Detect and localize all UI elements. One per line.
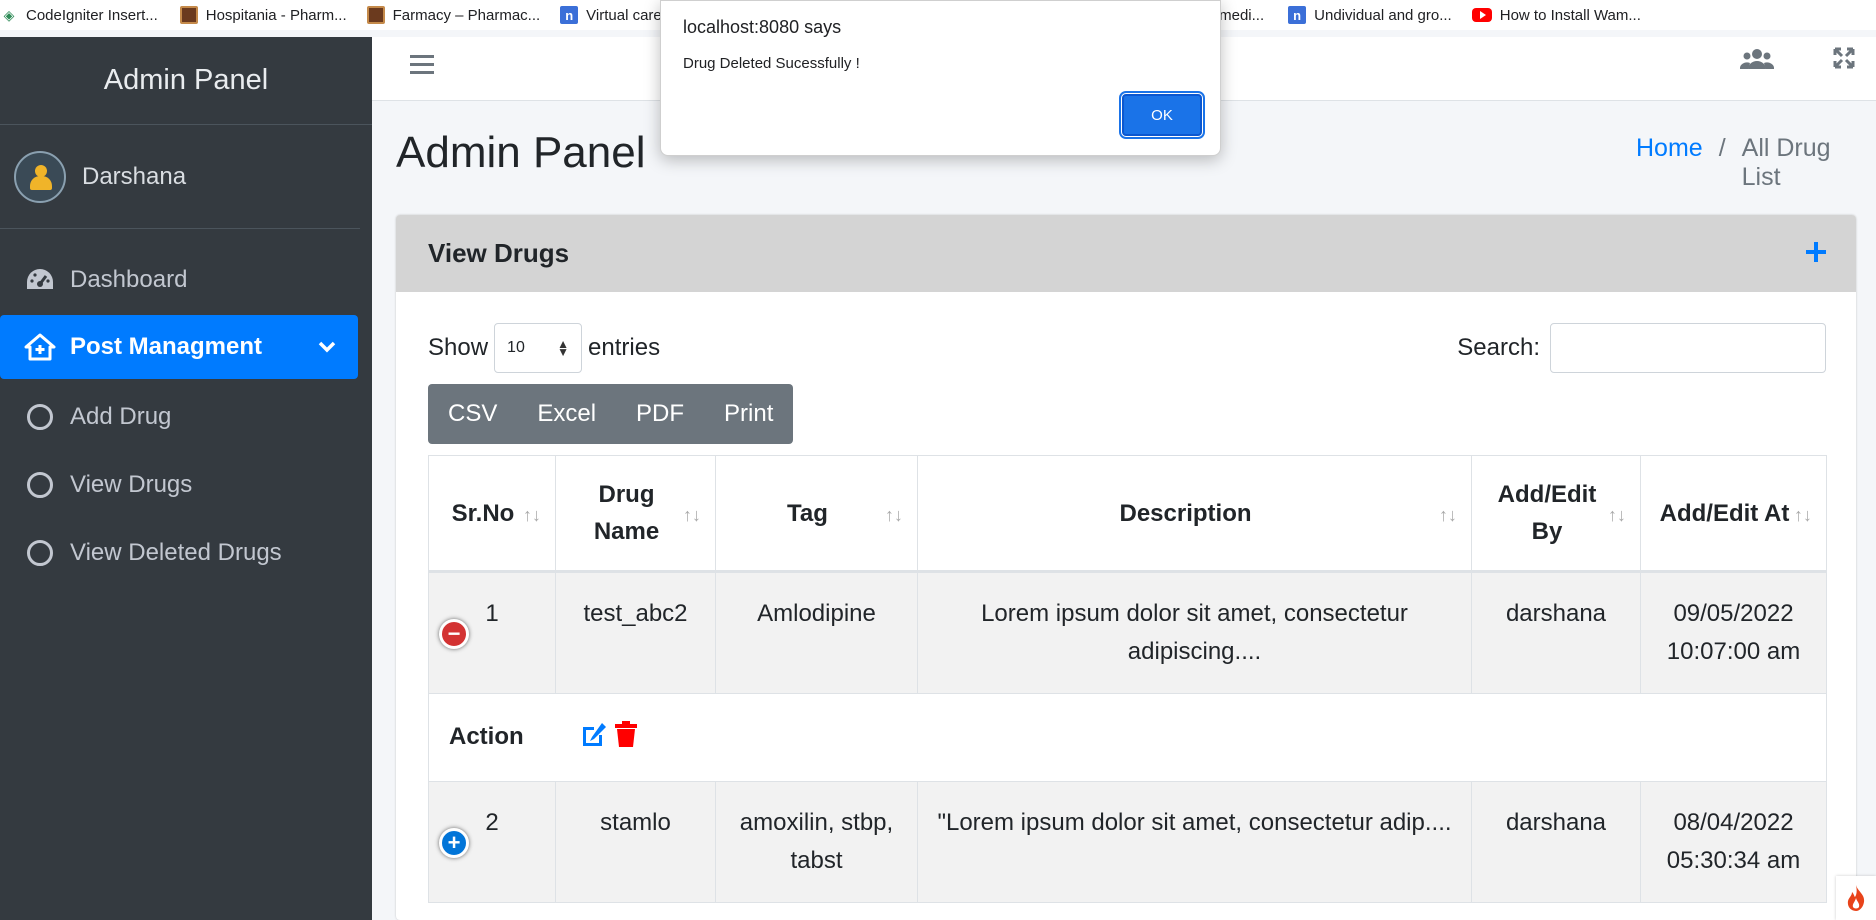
sort-icon: ↑↓ — [885, 505, 903, 525]
column-header-add-edit-by[interactable]: Add/Edit By ↑↓ — [1471, 455, 1641, 573]
n-icon: n — [560, 6, 579, 24]
sidebar-item-view-drugs[interactable]: View Drugs — [0, 451, 358, 519]
entries-length-control: Show 10 ▲ ▼ entries — [428, 323, 660, 373]
bookmark-item[interactable]: n Virtual care — [560, 6, 662, 24]
bookmark-item[interactable]: ◈ CodeIgniter Insert... — [0, 6, 158, 24]
search-input[interactable] — [1550, 323, 1826, 373]
column-header-sr-no[interactable]: Sr.No ↑↓ — [428, 455, 556, 573]
user-panel[interactable]: Darshana — [0, 125, 360, 229]
fullscreen-icon[interactable] — [1832, 45, 1856, 77]
delete-icon[interactable] — [614, 719, 638, 757]
table-row: − 1 test_abc2 Amlodipine Lorem ipsum dol… — [428, 571, 1827, 694]
pharmacy-icon — [179, 6, 198, 24]
dialog-title: localhost:8080 says — [683, 17, 842, 37]
sort-asc-icon: ↑↓ — [523, 505, 541, 525]
sidebar-nav: Dashboard Post Managment Add Drug View D… — [0, 229, 372, 587]
sidebar: Admin Panel Darshana Dashboard Post Mana… — [0, 37, 372, 920]
table-row: + 2 stamlo amoxilin, stbp, tabst "Lorem … — [428, 781, 1827, 903]
add-edit-by-cell: darshana — [1471, 571, 1641, 694]
codeigniter-icon: ◈ — [3, 6, 15, 23]
add-edit-at-cell: 09/05/2022 10:07:00 am — [1640, 571, 1827, 694]
bookmark-item[interactable]: n Undividual and gro... — [1288, 6, 1452, 24]
sidebar-item-post-managment[interactable]: Post Managment — [0, 315, 358, 379]
sr-no-cell: − 1 — [428, 571, 556, 694]
view-drugs-card: View Drugs Show 10 ▲ ▼ entries Search: CS… — [396, 215, 1856, 920]
tag-cell: amoxilin, stbp, tabst — [715, 781, 918, 903]
add-drug-plus-icon[interactable] — [1804, 229, 1828, 274]
youtube-icon — [1471, 8, 1492, 22]
export-button-group: CSV Excel PDF Print — [428, 384, 794, 444]
circle-icon — [24, 404, 56, 430]
sort-icon: ↑↓ — [683, 505, 701, 525]
csv-button[interactable]: CSV — [428, 384, 517, 444]
card-title: View Drugs — [428, 238, 570, 268]
action-cell: Action — [428, 693, 1827, 782]
description-cell: Lorem ipsum dolor sit amet, consectetur … — [917, 571, 1472, 694]
column-header-add-edit-at[interactable]: Add/Edit At ↑↓ — [1640, 455, 1827, 573]
sidebar-item-view-deleted-drugs[interactable]: View Deleted Drugs — [0, 519, 358, 587]
breadcrumb-home[interactable]: Home — [1636, 134, 1703, 192]
sidebar-item-dashboard[interactable]: Dashboard — [0, 249, 358, 311]
hamburger-menu-icon[interactable] — [410, 49, 434, 81]
expand-row-icon[interactable]: + — [439, 828, 469, 858]
breadcrumb-current: All Drug List — [1741, 134, 1831, 191]
dialog-message: Drug Deleted Sucessfully ! — [683, 55, 860, 72]
sort-icon: ↑↓ — [1608, 505, 1626, 525]
breadcrumb-separator: / — [1718, 134, 1726, 162]
edit-icon[interactable] — [580, 719, 608, 757]
tag-cell: Amlodipine — [715, 571, 918, 694]
print-button[interactable]: Print — [704, 384, 793, 444]
pharmacy-icon — [366, 6, 385, 24]
bookmark-item[interactable]: How to Install Wam... — [1471, 7, 1641, 24]
action-label: Action — [449, 723, 524, 751]
drug-name-cell: test_abc2 — [555, 571, 716, 694]
column-header-tag[interactable]: Tag ↑↓ — [715, 455, 918, 573]
excel-button[interactable]: Excel — [517, 384, 616, 444]
brand-title[interactable]: Admin Panel — [0, 37, 372, 125]
bookmark-item[interactable]: Hospitania - Pharm... — [179, 6, 347, 24]
card-header: View Drugs — [396, 215, 1856, 292]
n-icon: n — [1288, 6, 1307, 24]
drugs-table: Sr.No ↑↓ Drug Name ↑↓ Tag ↑↓ Description ↑↓ … — [428, 455, 1827, 903]
chevron-down-icon — [318, 337, 336, 358]
sort-icon: ↑↓ — [1439, 505, 1457, 525]
column-header-description[interactable]: Description ↑↓ — [917, 455, 1472, 573]
row-detail: Action — [428, 693, 1827, 782]
tachometer-icon — [24, 267, 56, 293]
collapse-row-icon[interactable]: − — [439, 619, 469, 649]
sort-icon: ↑↓ — [1794, 505, 1812, 525]
add-edit-at-cell: 08/04/2022 05:30:34 am — [1640, 781, 1827, 903]
breadcrumb: Home / All Drug List — [1636, 134, 1876, 192]
pdf-button[interactable]: PDF — [616, 384, 704, 444]
drug-name-cell: stamlo — [555, 781, 716, 903]
entries-select[interactable]: 10 ▲ ▼ — [494, 323, 583, 373]
table-header-row: Sr.No ↑↓ Drug Name ↑↓ Tag ↑↓ Description ↑↓ … — [428, 455, 1827, 573]
page-title: Admin Panel — [396, 128, 646, 177]
description-cell: "Lorem ipsum dolor sit amet, consectetur… — [917, 781, 1472, 903]
add-edit-by-cell: darshana — [1471, 781, 1641, 903]
table-search: Search: — [1457, 323, 1826, 373]
select-arrows-icon: ▲ ▼ — [557, 337, 570, 359]
circle-icon — [24, 540, 56, 566]
home-icon — [24, 333, 56, 361]
circle-icon — [24, 472, 56, 498]
users-icon[interactable] — [1739, 47, 1775, 78]
sr-no-cell: + 2 — [428, 781, 556, 903]
ok-button[interactable]: OK — [1119, 91, 1205, 139]
sidebar-item-add-drug[interactable]: Add Drug — [0, 383, 358, 451]
fire-icon[interactable] — [1836, 876, 1876, 920]
avatar — [14, 150, 66, 203]
alert-dialog: localhost:8080 says Drug Deleted Sucessf… — [660, 0, 1221, 156]
column-header-drug-name[interactable]: Drug Name ↑↓ — [555, 455, 716, 573]
user-name: Darshana — [82, 162, 187, 190]
bookmark-item[interactable]: Farmacy – Pharmac... — [366, 6, 540, 24]
